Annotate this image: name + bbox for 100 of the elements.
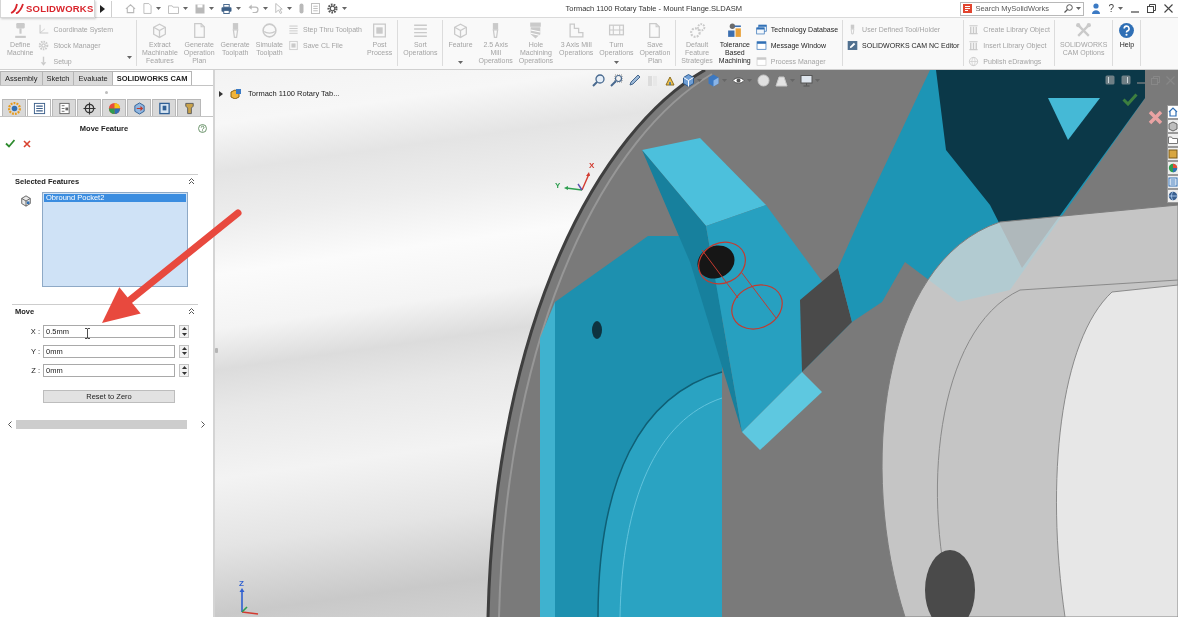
pencil-icon[interactable] (628, 74, 641, 87)
properties-list-icon[interactable] (1167, 175, 1178, 189)
dotted-circles-icon (688, 22, 706, 39)
spin-up-icon (181, 366, 187, 370)
configuration-icon (57, 101, 71, 115)
house-icon[interactable] (1167, 105, 1178, 119)
folder-icon[interactable] (1167, 133, 1178, 147)
panel-tab[interactable] (52, 99, 76, 116)
close-icon[interactable] (1164, 4, 1173, 13)
gear-icon (7, 101, 21, 115)
panel-tab[interactable] (27, 99, 51, 116)
triad-icon (239, 588, 259, 615)
caret-icon[interactable] (342, 7, 347, 10)
hexagon-arrow-icon (132, 101, 146, 115)
expand-arrow-icon[interactable] (219, 90, 224, 97)
frame-icon (157, 101, 171, 115)
printer-icon[interactable] (221, 3, 232, 14)
caret-icon[interactable] (1076, 7, 1082, 10)
cube-icon (151, 22, 169, 39)
collapse-chevron-icon[interactable] (188, 177, 195, 185)
framed-square-icon (371, 22, 389, 39)
text-cursor-icon (85, 328, 90, 339)
assembly-icon (230, 88, 242, 99)
spin-buttons[interactable] (179, 344, 189, 358)
windows-icon (755, 23, 767, 35)
caret-icon[interactable] (236, 7, 241, 10)
pie-chart-icon[interactable] (1167, 161, 1178, 175)
triangle-icon[interactable] (664, 74, 677, 87)
confirm-check-icon[interactable] (1122, 93, 1138, 106)
gear-icon (38, 39, 50, 51)
feature-cube-icon (20, 195, 32, 207)
blocks-icon (726, 22, 744, 39)
caret-icon[interactable] (287, 7, 292, 10)
window-icon (755, 55, 767, 67)
logo-icon (10, 2, 24, 14)
panel-tab[interactable] (127, 99, 151, 116)
scrollbar-thumb[interactable] (16, 420, 187, 429)
scroll-left-icon[interactable] (8, 421, 12, 428)
axis-label: Y (555, 181, 561, 190)
color-wheel-icon (107, 101, 121, 115)
user-icon[interactable] (1092, 3, 1101, 14)
view-cube-icon[interactable] (682, 74, 695, 87)
caret-icon[interactable] (156, 7, 161, 10)
spin-buttons[interactable] (179, 364, 189, 377)
caret-icon[interactable] (1118, 7, 1123, 10)
property-list-icon (32, 101, 46, 115)
panel-tab[interactable] (77, 99, 101, 116)
eye-icon[interactable] (732, 74, 745, 87)
zoom-icon[interactable] (592, 74, 605, 87)
panel-tab[interactable] (152, 99, 176, 116)
cube-icon (452, 22, 469, 39)
globe-icon[interactable] (1167, 189, 1178, 203)
square-tile-icon[interactable] (1167, 147, 1178, 161)
list-icon (411, 22, 429, 39)
caret-icon[interactable] (183, 7, 188, 10)
caret-icon[interactable] (209, 7, 214, 10)
triad-icon (564, 172, 590, 191)
trapezoid-icon[interactable] (775, 74, 788, 87)
help-menu-button[interactable]: ? (1108, 3, 1123, 14)
restore-icon[interactable] (1147, 4, 1156, 13)
spin-up-icon (181, 327, 187, 331)
crossed-tools-icon (1075, 22, 1093, 39)
list-icon (288, 23, 299, 35)
search-icon[interactable] (1064, 4, 1074, 13)
bolt-hole (592, 321, 602, 339)
sphere-icon[interactable] (757, 74, 770, 87)
axis-label: X (589, 161, 595, 170)
drag-handle-icon[interactable] (105, 91, 108, 94)
columns-icon (968, 39, 980, 51)
collapse-chevron-icon[interactable] (188, 307, 195, 315)
split-view-icon[interactable] (1105, 75, 1115, 85)
window-icon (755, 39, 767, 51)
flyout-arrow-icon[interactable] (100, 4, 105, 13)
zoom-area-icon[interactable] (610, 74, 623, 87)
ok-check-icon[interactable] (5, 139, 15, 148)
logo-button[interactable]: SOLIDWORKS (0, 0, 95, 18)
caret-icon[interactable] (127, 56, 132, 59)
gear-icon[interactable] (327, 3, 338, 14)
hexagon-icon[interactable] (1167, 119, 1178, 133)
help-icon (1118, 22, 1136, 39)
axis-label: Z (239, 579, 244, 588)
axes-icon (38, 23, 50, 35)
spin-down-icon (181, 371, 187, 375)
crosshair-icon (82, 101, 96, 115)
spin-up-icon (181, 346, 187, 350)
framed-square-icon (288, 39, 299, 51)
spin-down-icon (181, 332, 187, 336)
panel-view-icon[interactable] (1121, 75, 1131, 85)
spin-down-icon (181, 352, 187, 356)
badge-icon (963, 4, 973, 13)
cancel-x-icon[interactable] (23, 139, 31, 148)
globe-icon (968, 55, 980, 67)
sphere-icon (260, 22, 278, 39)
edit-icon (847, 39, 859, 51)
caret-icon[interactable] (263, 7, 268, 10)
scroll-right-icon[interactable] (201, 421, 205, 428)
steps-icon (567, 22, 585, 39)
monitor-icon[interactable] (800, 74, 813, 87)
spin-buttons[interactable] (179, 325, 189, 338)
tool-holder-icon (182, 101, 196, 115)
